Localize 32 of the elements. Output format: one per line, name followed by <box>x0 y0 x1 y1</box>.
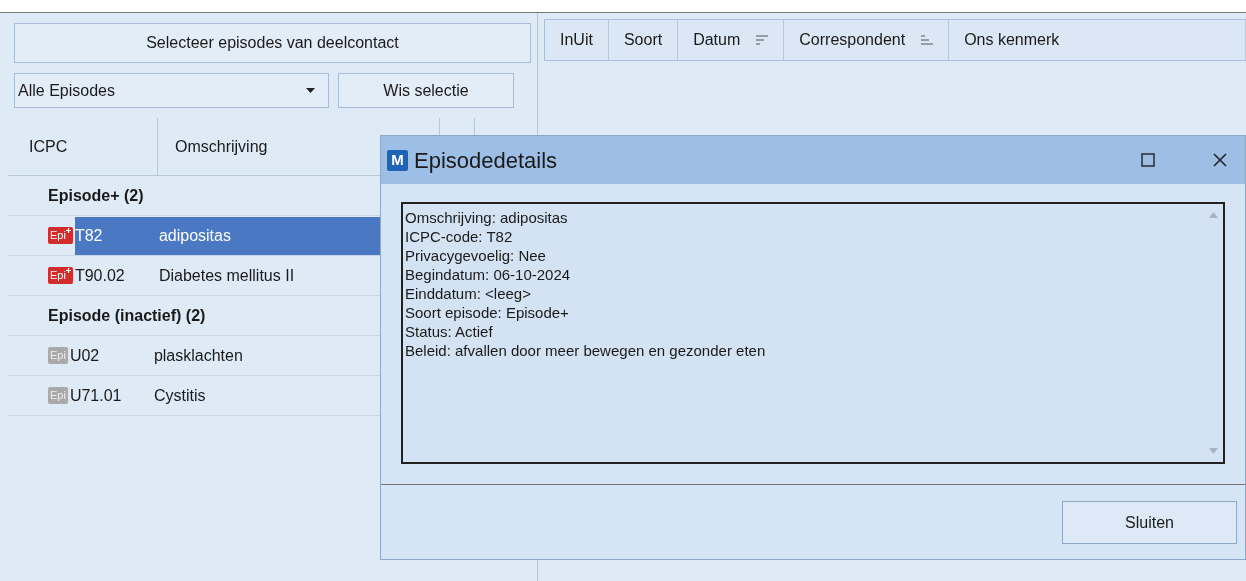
dropdown-caret-icon <box>306 88 315 93</box>
episode-description: adipositas <box>158 225 231 246</box>
column-header[interactable]: InUit <box>545 20 609 60</box>
close-icon[interactable] <box>1213 153 1227 167</box>
episode-description: Cystitis <box>153 385 206 406</box>
episode-badge-icon: Epi <box>48 267 73 284</box>
close-button[interactable]: Sluiten <box>1062 501 1237 544</box>
column-header[interactable]: Soort <box>608 20 679 60</box>
maximize-icon[interactable] <box>1141 153 1155 167</box>
sort-descending-icon <box>756 35 769 45</box>
clear-selection-button[interactable]: Wis selectie <box>338 73 514 108</box>
icpc-code: T82 <box>74 225 104 246</box>
episode-description: plasklachten <box>153 345 243 366</box>
group-header: Episode (inactief) (2) <box>48 305 206 326</box>
group-header: Episode+ (2) <box>48 185 144 206</box>
icpc-code: U71.01 <box>69 385 123 406</box>
column-header[interactable]: Ons kenmerk <box>949 20 1246 60</box>
column-header[interactable]: Correspondent <box>784 20 950 60</box>
episode-badge-icon: Epi <box>48 227 73 244</box>
app-logo-icon: M <box>387 149 408 171</box>
episode-filter-dropdown[interactable]: Alle Episodes <box>14 73 329 108</box>
column-header[interactable]: ICPC <box>8 118 158 175</box>
icpc-code: U02 <box>69 345 101 366</box>
episode-badge-icon: Epi <box>48 347 68 364</box>
episode-description: Diabetes mellitus II <box>158 265 295 286</box>
column-header[interactable]: Datum <box>678 20 785 60</box>
episode-badge-icon: Epi <box>48 387 68 404</box>
detail-line: Soort episode: Episode+ <box>405 303 569 322</box>
select-episodes-button[interactable]: Selecteer episodes van deelcontact <box>14 23 531 63</box>
icpc-code: T90.02 <box>74 265 126 286</box>
detail-line: ICPC-code: T82 <box>405 227 513 246</box>
sort-ascending-icon <box>921 35 934 45</box>
